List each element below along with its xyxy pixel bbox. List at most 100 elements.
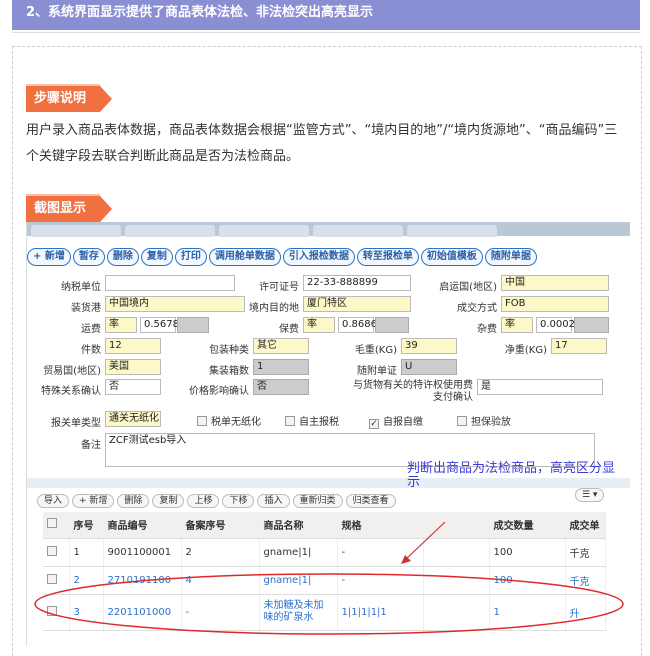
pack-field[interactable]: 其它 [253,338,309,354]
reclassify-button[interactable]: 重新归类 [292,494,343,508]
move-down-button[interactable]: 下移 [222,494,255,508]
item-delete-button[interactable]: 删除 [117,494,150,508]
consignee-field[interactable] [105,275,235,291]
cell: 2 [69,566,104,595]
manifest-button[interactable]: 调用舱单数据 [208,248,281,266]
header-col: 商品编号 [103,512,182,539]
price-field[interactable]: 否 [253,379,309,395]
divider [12,32,640,33]
cell [423,538,490,567]
items-table: 序号 商品编号 备案序号 商品名称 规格 成交数量 成交单 1 90011000… [43,512,606,631]
misc-type[interactable]: 率 [501,317,533,333]
cell: 100 [489,566,566,595]
header-col: 商品名称 [259,512,338,539]
checkbox-icon [285,416,295,426]
gross-label: 毛重(KG) [354,345,397,356]
cell: 1|1|1|1|1 [337,594,424,631]
header-col: 成交数量 [489,512,566,539]
cell: 1 [69,538,104,567]
dep-country-field[interactable]: 中国 [501,275,609,291]
cell: - [337,566,424,595]
move-up-button[interactable]: 上移 [187,494,220,508]
insur-type[interactable]: 率 [303,317,335,333]
attach-field[interactable]: U [401,359,457,375]
deal-label: 成交方式 [457,303,497,314]
insert-button[interactable]: 插入 [257,494,290,508]
special-field[interactable]: 否 [105,379,161,395]
screenshot-tag: 截图显示 [26,194,112,222]
import-inspection-button[interactable]: 引入报检数据 [282,248,355,266]
header-col: 序号 [69,512,104,539]
table-header: 序号 商品编号 备案序号 商品名称 规格 成交数量 成交单 [43,512,606,539]
embedded-screenshot: + 新增 暂存 删除 复制 打印 调用舱单数据 引入报检数据 转至报检单 初始值模板 随附单据 纳… [26,222,630,646]
item-toolbar: 导入 + 新增 删除 复制 上移 下移 插入 重新归类 归类查看 [37,488,399,508]
special-label: 特殊关系确认 [41,386,101,397]
cell: 2710191100 [103,566,182,595]
cell: 升 [565,594,606,631]
checkbox-icon[interactable] [47,545,57,556]
section-title: 2、系统界面显示提供了商品表体法检、非法检突出高亮显示 [12,0,640,30]
decl-type-field[interactable]: 通关无纸化 [105,411,161,427]
cb-self-tax[interactable]: 自主报税 [285,413,339,428]
freight-value[interactable]: 0.5678 [140,317,179,333]
menu-icon[interactable]: ☰ ▾ [575,488,605,502]
misc-currency[interactable] [574,317,609,333]
container-label: 集装箱数 [209,366,249,377]
license-field[interactable]: 22-33-888899 [303,275,411,291]
insur-label: 保费 [279,324,299,335]
freight-currency[interactable] [177,317,209,333]
cb-self-pay[interactable]: ✓ 自报自缴 [369,413,423,429]
header-col: 备案序号 [181,512,260,539]
royalty-label: 与货物有关的特许权使用费支付确认 [353,380,473,403]
cell: 1 [489,594,566,631]
misc-label: 杂费 [477,324,497,335]
freight-type[interactable]: 率 [105,317,137,333]
insur-currency[interactable] [375,317,409,333]
import-button[interactable]: 导入 [37,494,70,508]
cell: - [337,538,424,567]
table-row[interactable]: 1 9001100001 2 gname|1| - 100 千克 [43,538,606,567]
dest-field[interactable]: 厦门特区 [303,296,411,312]
save-button[interactable]: 暂存 [72,248,105,266]
table-row[interactable]: 2 2710191100 4 gname|1| - 100 千克 [43,566,606,595]
cb-guarantee[interactable]: 担保验放 [457,413,511,428]
cell: 4 [181,566,260,595]
net-label: 净重(KG) [504,345,547,356]
freight-label: 运费 [81,324,101,335]
cell: 9001100001 [103,538,182,567]
royalty-field[interactable]: 是 [477,379,603,395]
insur-value[interactable]: 0.8686 [338,317,377,333]
template-button[interactable]: 初始值模板 [420,248,483,266]
gross-field[interactable]: 39 [401,338,457,354]
deal-field[interactable]: FOB [501,296,609,312]
print-button[interactable]: 打印 [174,248,207,266]
dep-country-label: 启运国(地区) [439,282,497,293]
delete-button[interactable]: 删除 [106,248,139,266]
container-field[interactable]: 1 [253,359,309,375]
checkbox-icon [197,416,207,426]
price-label: 价格影响确认 [189,386,249,397]
checkbox-icon[interactable] [47,573,57,584]
cell: 未加糖及未加味的矿泉水 [259,594,338,631]
checkbox-icon[interactable] [47,518,57,529]
header-col: 规格 [337,512,424,539]
cb-paperless-tax[interactable]: 税单无纸化 [197,413,261,428]
table-row[interactable]: 3 2201101000 - 未加糖及未加味的矿泉水 1|1|1|1|1 1 升 [43,594,606,631]
step-tag: 步骤说明 [26,84,112,112]
loading-port-field[interactable]: 中国境内 [105,296,245,312]
classify-view-button[interactable]: 归类查看 [345,494,396,508]
to-inspection-button[interactable]: 转至报检单 [356,248,419,266]
pack-label: 包装种类 [209,345,249,356]
attach-docs-button[interactable]: 随附单据 [484,248,537,266]
cell [423,566,490,595]
checkbox-icon[interactable] [47,605,57,616]
add-button[interactable]: + 新增 [27,248,71,266]
misc-value[interactable]: 0.0002 [536,317,575,333]
pieces-field[interactable]: 12 [105,338,161,354]
main-toolbar: + 新增 暂存 删除 复制 打印 调用舱单数据 引入报检数据 转至报检单 初始值模板 随附单据 [27,244,630,266]
item-copy-button[interactable]: 复制 [152,494,185,508]
item-add-button[interactable]: + 新增 [72,494,115,508]
copy-button[interactable]: 复制 [140,248,173,266]
net-field[interactable]: 17 [551,338,607,354]
trade-field[interactable]: 美国 [105,359,161,375]
